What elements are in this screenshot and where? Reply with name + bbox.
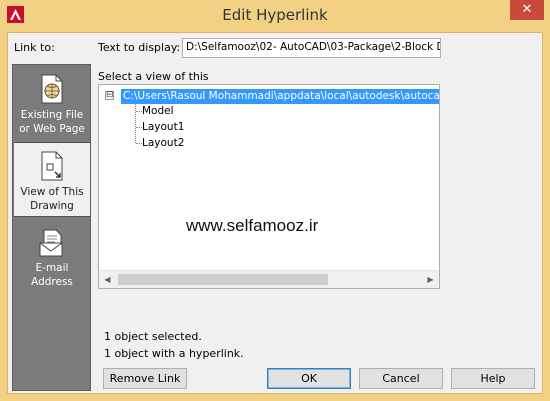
web-page-icon	[41, 74, 63, 104]
status-hyperlink: 1 object with a hyperlink.	[104, 347, 244, 360]
title-bar[interactable]: Edit Hyperlink ✕	[0, 0, 550, 32]
tree-item-model[interactable]: Model	[142, 104, 174, 119]
window-title: Edit Hyperlink	[222, 6, 328, 24]
edit-hyperlink-dialog: Edit Hyperlink ✕ Link to: Existing File …	[0, 0, 550, 401]
tree-connector-vertical	[135, 102, 136, 143]
link-to-email-address[interactable]: E-mail Address	[14, 225, 90, 288]
collapse-icon[interactable]: ⊟	[105, 91, 114, 100]
close-button[interactable]: ✕	[510, 0, 544, 20]
link-to-existing-file-label: Existing File or Web Page	[19, 109, 85, 135]
view-tree[interactable]: ⊟ C:\Users\Rasoul Mohammadi\appdata\loca…	[98, 84, 440, 289]
tree-root-label[interactable]: C:\Users\Rasoul Mohammadi\appdata\local\…	[121, 89, 439, 104]
scroll-left-icon[interactable]: ◀	[99, 271, 116, 288]
link-to-existing-file[interactable]: Existing File or Web Page	[14, 71, 90, 135]
link-to-email-address-label: E-mail Address	[31, 262, 73, 288]
link-to-sidebar: Existing File or Web Page View of This D…	[12, 64, 91, 391]
horizontal-scrollbar[interactable]: ◀ ▶	[99, 270, 439, 288]
select-view-label: Select a view of this	[98, 70, 209, 83]
tree-item-layout1[interactable]: Layout1	[142, 120, 184, 135]
link-to-view-of-drawing-label: View of This Drawing	[20, 186, 84, 212]
status-selected: 1 object selected.	[104, 330, 202, 343]
scroll-right-icon[interactable]: ▶	[422, 271, 439, 288]
link-to-view-of-drawing[interactable]: View of This Drawing	[14, 142, 90, 217]
help-button[interactable]: Help	[451, 368, 535, 389]
watermark-text: www.selfamooz.ir	[186, 216, 319, 235]
text-to-display-input[interactable]: D:\Selfamooz\02- AutoCAD\03-Package\2-Bl…	[182, 38, 441, 58]
drawing-view-icon	[41, 151, 63, 181]
text-to-display-label: Text to display:	[98, 41, 181, 54]
cancel-button[interactable]: Cancel	[359, 368, 443, 389]
scroll-thumb[interactable]	[118, 274, 328, 285]
remove-link-button[interactable]: Remove Link	[103, 368, 187, 389]
tree-item-layout2[interactable]: Layout2	[142, 136, 184, 151]
email-icon	[39, 229, 63, 257]
dialog-body: Link to: Existing File or Web Page View …	[7, 32, 543, 394]
link-to-label: Link to:	[14, 41, 55, 54]
ok-button[interactable]: OK	[267, 368, 351, 389]
